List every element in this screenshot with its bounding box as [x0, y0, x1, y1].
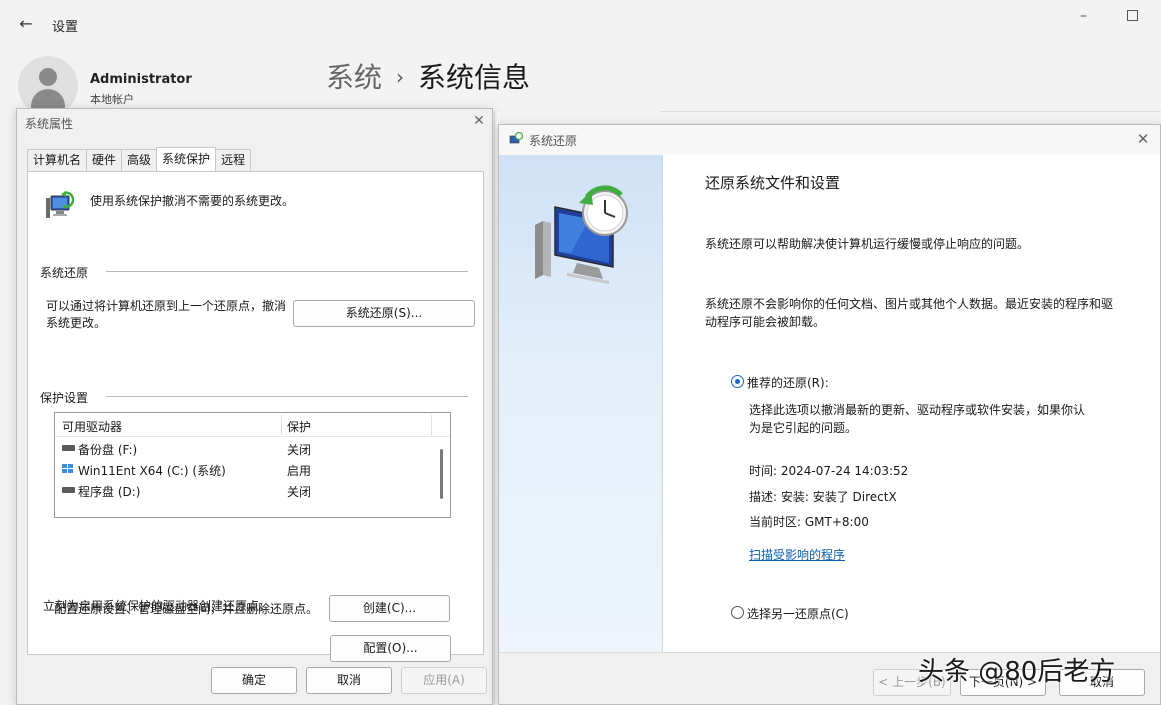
scrollbar[interactable]: [440, 449, 443, 499]
close-icon[interactable]: ✕: [471, 113, 487, 129]
scan-affected-programs-link[interactable]: 扫描受影响的程序: [749, 546, 845, 563]
drive-icon: [62, 443, 75, 452]
chevron-right-icon: ›: [396, 65, 405, 89]
drive-name: Win11Ent X64 (C:) (系统): [78, 464, 226, 478]
tab-bar: 计算机名 硬件 高级 系统保护 远程: [27, 147, 252, 171]
maximize-icon[interactable]: [1127, 10, 1138, 21]
tab-remote[interactable]: 远程: [215, 149, 252, 171]
restore-point-description: 描述: 安装: 安装了 DirectX: [749, 490, 897, 504]
restore-point-timezone: 当前时区: GMT+8:00: [749, 515, 869, 529]
system-restore-group-label: 系统还原: [40, 266, 89, 280]
system-restore-button[interactable]: 系统还原(S)...: [293, 300, 475, 327]
system-protection-panel: 使用系统保护撤消不需要的系统更改。 系统还原 可以通过将计算机还原到上一个还原点…: [27, 171, 484, 662]
system-restore-window: 系统还原 ✕ 还原系统文件和设置 系统还原可以帮助解决使计算机运行缓慢或停止响应…: [498, 124, 1161, 705]
user-name: Administrator: [90, 72, 192, 87]
system-restore-text: 可以通过将计算机还原到上一个还原点，撤消系统更改。: [46, 299, 287, 330]
dialog-title: 系统属性: [25, 117, 74, 131]
restore-point-time: 时间: 2024-07-24 14:03:52: [749, 464, 909, 478]
ok-button[interactable]: 确定: [211, 667, 297, 694]
restore-heading: 还原系统文件和设置: [705, 174, 841, 192]
choose-another-restore-label[interactable]: 选择另一还原点(C): [747, 605, 849, 622]
watermark: 头条 @80后老方: [918, 657, 1116, 687]
protection-settings-group-label: 保护设置: [40, 391, 89, 405]
breadcrumb: 系统 › 系统信息: [326, 56, 530, 96]
system-restore-clock-icon: [535, 185, 628, 284]
restore-titlebar: 系统还原 ✕: [499, 125, 1160, 155]
table-row[interactable]: 备份盘 (F:) 关闭: [55, 438, 435, 459]
recommended-restore-description: 选择此选项以撤消最新的更新、驱动程序或软件安装，如果你认为是它引起的问题。: [749, 403, 1086, 435]
drive-name: 备份盘 (F:): [78, 443, 138, 457]
settings-title: 设置: [52, 20, 79, 35]
divider: [106, 271, 468, 272]
close-icon[interactable]: ✕: [1135, 131, 1151, 147]
cancel-button[interactable]: 取消: [306, 667, 392, 694]
apply-button[interactable]: 应用(A): [401, 667, 487, 694]
tab-system-protection[interactable]: 系统保护: [156, 147, 217, 171]
tab-advanced[interactable]: 高级: [121, 149, 158, 171]
breadcrumb-parent[interactable]: 系统: [326, 61, 382, 94]
user-account-type: 本地帐户: [90, 93, 134, 106]
page-title: 系统信息: [418, 61, 531, 94]
drive-protection: 关闭: [287, 485, 312, 499]
choose-another-restore-radio[interactable]: [731, 606, 744, 619]
system-properties-dialog: 系统属性 ✕ 计算机名 硬件 高级 系统保护 远程 使用系统保护撤消不需要的系统…: [16, 108, 493, 705]
create-button[interactable]: 创建(C)...: [329, 595, 450, 622]
divider: [660, 111, 1161, 112]
restore-side-panel: [499, 155, 663, 652]
drive-protection: 启用: [287, 464, 312, 478]
drive-protection: 关闭: [287, 443, 312, 457]
divider: [106, 396, 468, 397]
configure-button[interactable]: 配置(O)...: [330, 635, 451, 662]
system-protection-icon: [46, 191, 74, 218]
restore-paragraph-2: 系统还原不会影响你的任何文档、图片或其他个人数据。最近安装的程序和驱动程序可能会…: [705, 297, 1114, 329]
tab-computer-name[interactable]: 计算机名: [27, 149, 88, 171]
drive-list-header: 可用驱动器 保护: [55, 413, 450, 437]
system-restore-icon: [509, 132, 523, 144]
column-header-drives[interactable]: 可用驱动器: [62, 418, 122, 435]
table-row[interactable]: Win11Ent X64 (C:) (系统) 启用: [55, 459, 435, 480]
column-header-protection[interactable]: 保护: [287, 418, 311, 435]
drive-name: 程序盘 (D:): [78, 485, 141, 499]
recommended-restore-label[interactable]: 推荐的还原(R):: [747, 374, 829, 391]
back-arrow-icon[interactable]: ←: [14, 12, 38, 36]
settings-titlebar: ← 设置 –: [0, 0, 1161, 46]
protection-description: 使用系统保护撤消不需要的系统更改。: [90, 194, 295, 208]
drive-list[interactable]: 可用驱动器 保护 备份盘 (F:) 关闭 Win11Ent X64 (C:) (…: [54, 412, 451, 518]
restore-title: 系统还原: [529, 134, 578, 148]
create-text: 立刻为启用系统保护的驱动器创建还原点。: [43, 599, 272, 613]
tab-hardware[interactable]: 硬件: [86, 149, 123, 171]
restore-paragraph-1: 系统还原可以帮助解决使计算机运行缓慢或停止响应的问题。: [705, 237, 1030, 251]
table-row[interactable]: 程序盘 (D:) 关闭: [55, 480, 435, 501]
minimize-icon[interactable]: –: [1080, 8, 1094, 24]
drive-icon: [62, 485, 75, 494]
avatar[interactable]: [18, 56, 78, 116]
recommended-restore-radio[interactable]: [731, 375, 744, 388]
windows-drive-icon: [62, 464, 75, 473]
